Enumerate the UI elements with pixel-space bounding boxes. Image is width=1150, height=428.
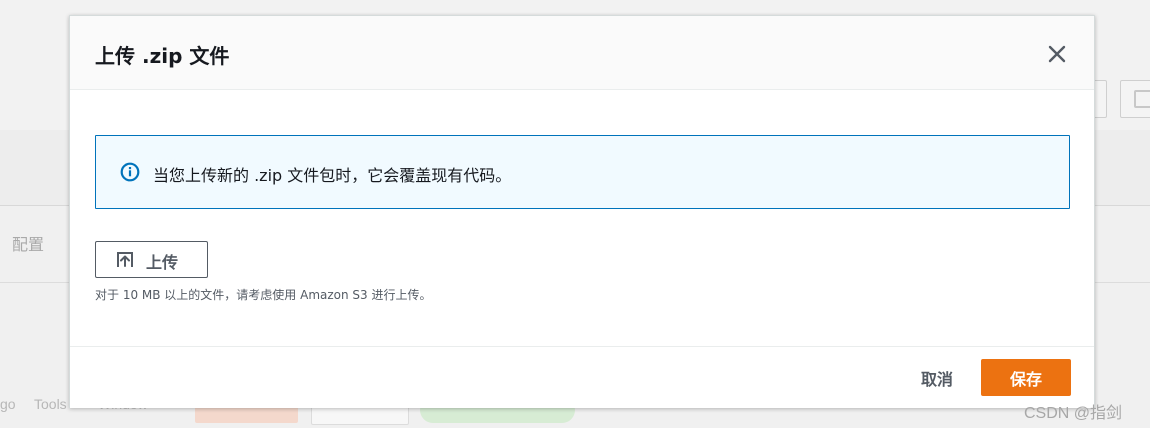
upload-zip-dialog: 上传 .zip 文件 当您上传新的 .zip 文件包时，它会覆盖现有代码。 上传…	[69, 15, 1095, 408]
dialog-title-prefix: 上传	[95, 44, 135, 68]
dialog-title-ext: .zip	[141, 44, 183, 68]
alert-message: 当您上传新的 .zip 文件包时，它会覆盖现有代码。	[153, 166, 512, 185]
cancel-button[interactable]: 取消	[894, 363, 980, 393]
upload-hint-text: 对于 10 MB 以上的文件，请考虑使用 Amazon S3 进行上传。	[95, 288, 432, 302]
close-button[interactable]	[1046, 43, 1068, 65]
background-tab-config: 配置	[12, 237, 45, 254]
dialog-title-suffix: 文件	[189, 44, 230, 68]
background-text: go	[0, 396, 16, 412]
upload-button[interactable]: 上传	[95, 241, 208, 278]
save-button[interactable]: 保存	[981, 359, 1071, 396]
watermark-text: CSDN @指剑	[1024, 405, 1123, 422]
close-icon	[1048, 45, 1066, 63]
dialog-footer: 取消 保存	[70, 346, 1094, 408]
info-alert: 当您上传新的 .zip 文件包时，它会覆盖现有代码。	[95, 135, 1070, 209]
background-button	[1093, 80, 1107, 118]
copy-icon	[1134, 90, 1150, 108]
background-text: Tools	[34, 396, 67, 412]
upload-button-label: 上传	[146, 253, 179, 272]
upload-icon	[117, 252, 133, 267]
dialog-header: 上传 .zip 文件	[70, 16, 1094, 90]
info-icon	[120, 162, 140, 182]
dialog-title: 上传 .zip 文件	[95, 40, 229, 69]
